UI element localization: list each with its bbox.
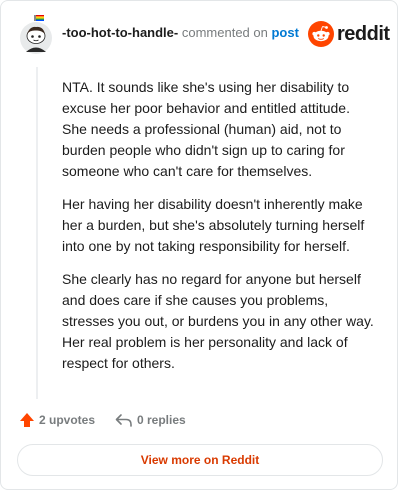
- comment-byline: -too-hot-to-handle- commented on post: [62, 25, 299, 41]
- upvote-count: 2 upvotes: [39, 413, 96, 427]
- thread-line[interactable]: [36, 67, 38, 399]
- reddit-brand[interactable]: reddit: [308, 19, 390, 49]
- reply-button[interactable]: 0 replies: [115, 409, 186, 431]
- snoo-avatar-icon: [20, 15, 52, 54]
- comment-paragraph-1: NTA. It sounds like she's using her disa…: [62, 79, 350, 179]
- view-more-button[interactable]: View more on Reddit: [17, 444, 383, 476]
- user-avatar[interactable]: [18, 15, 54, 55]
- comment-body: NTA. It sounds like she's using her disa…: [62, 77, 378, 386]
- upvote-arrow-icon: [20, 413, 34, 427]
- reply-arrow-icon: [115, 414, 132, 427]
- reply-count: 0 replies: [137, 413, 186, 427]
- comment-header: -too-hot-to-handle- commented on post re…: [18, 15, 390, 55]
- reddit-logo-icon: [308, 21, 334, 47]
- comment-paragraph-2: Her having her disability doesn't inhere…: [62, 196, 365, 254]
- username-link[interactable]: -too-hot-to-handle-: [62, 25, 178, 40]
- post-link[interactable]: post: [271, 25, 298, 40]
- comment-paragraph-3: She clearly has no regard for anyone but…: [62, 271, 374, 371]
- commented-on-text: commented on: [181, 25, 268, 40]
- comment-card: -too-hot-to-handle- commented on post re…: [0, 0, 398, 490]
- upvote-button[interactable]: 2 upvotes: [19, 409, 95, 431]
- reddit-wordmark: reddit: [337, 23, 390, 45]
